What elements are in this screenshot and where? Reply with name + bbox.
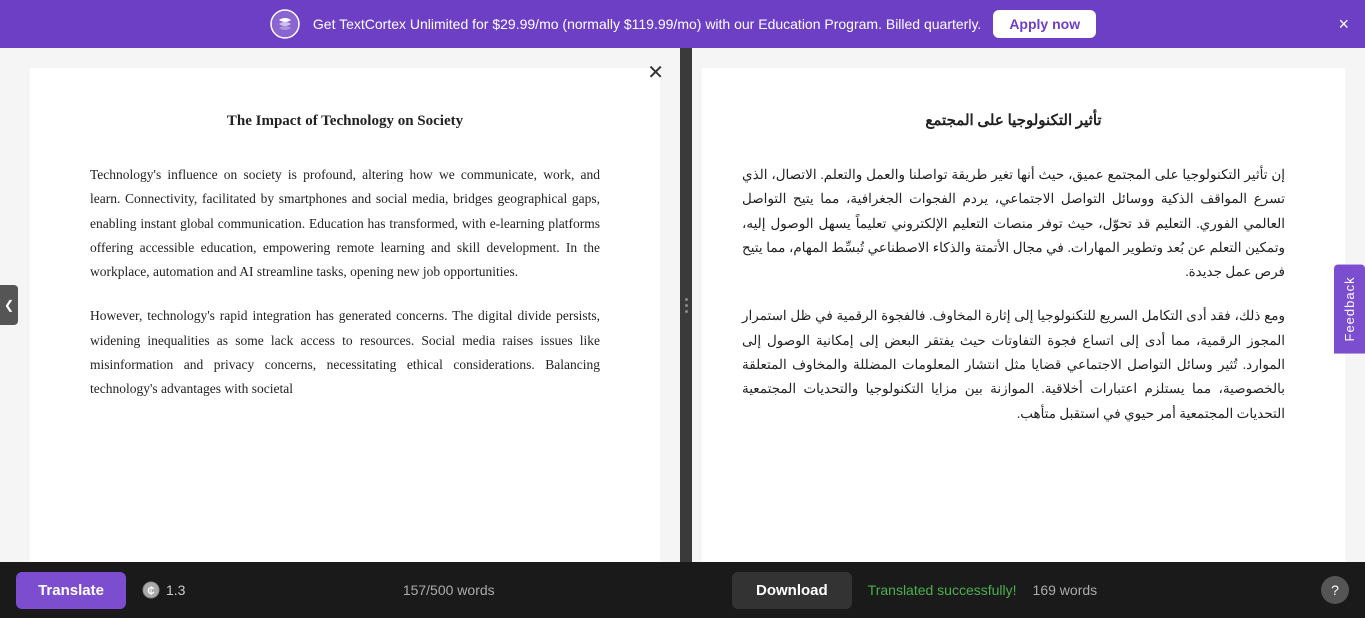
left-doc-para1: Technology's influence on society is pro… [90,163,600,284]
left-doc-para2: However, technology's rapid integration … [90,304,600,401]
textcortex-logo-icon [269,8,301,40]
credits-icon: ₵ [142,581,160,599]
close-document-button[interactable]: ✕ [647,60,664,85]
translate-button[interactable]: Translate [16,572,126,609]
apply-now-button[interactable]: Apply now [993,10,1096,38]
word-count-left: 157/500 words [403,582,495,598]
feedback-tab[interactable]: Feedback [1334,264,1365,353]
banner-close-button[interactable]: × [1338,15,1349,33]
right-doc-para2: ومع ذلك، فقد أدى التكامل السريع للتكنولو… [742,304,1285,425]
divider-handle [685,298,688,313]
bottom-bar: Translate ₵ 1.3 157/500 words Download T… [0,562,1365,618]
right-panel: تأثير التكنولوجيا على المجتمع إن تأثير ا… [692,48,1365,562]
credits-info: ₵ 1.3 [142,581,185,599]
left-doc-title: The Impact of Technology on Society [90,108,600,135]
bottom-right-section: Download Translated successfully! 169 wo… [712,572,1349,609]
help-button[interactable]: ? [1321,576,1349,604]
left-document: The Impact of Technology on Society Tech… [30,68,660,562]
success-status: Translated successfully! [868,582,1017,598]
left-toggle-button[interactable]: ❮ [0,285,18,325]
left-panel: ❮ ✕ The Impact of Technology on Society … [0,48,680,562]
download-button[interactable]: Download [732,572,852,609]
credits-value: 1.3 [166,582,185,598]
right-doc-title: تأثير التكنولوجيا على المجتمع [742,108,1285,135]
word-count-right: 169 words [1033,582,1098,598]
right-doc-para1: إن تأثير التكنولوجيا على المجتمع عميق، ح… [742,163,1285,284]
top-banner: Get TextCortex Unlimited for $29.99/mo (… [0,0,1365,48]
bottom-left-section: Translate ₵ 1.3 157/500 words [16,572,696,609]
main-area: ❮ ✕ The Impact of Technology on Society … [0,48,1365,562]
svg-text:₵: ₵ [147,585,154,597]
panel-divider[interactable] [680,48,692,562]
right-document: تأثير التكنولوجيا على المجتمع إن تأثير ا… [702,68,1345,562]
banner-text: Get TextCortex Unlimited for $29.99/mo (… [313,16,981,32]
